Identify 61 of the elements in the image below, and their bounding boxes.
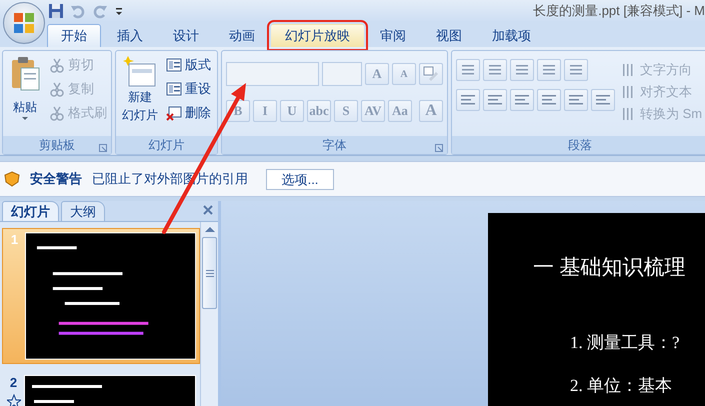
ribbon-tab[interactable]: 开始 (47, 24, 101, 47)
security-warning-title: 安全警告 (30, 170, 82, 188)
layout-icon (166, 57, 182, 73)
redo-icon (92, 3, 108, 19)
slide-list-item: 2. 单位：基本 (570, 375, 673, 397)
slide-number: 1 (10, 232, 18, 247)
ribbon-tab[interactable]: 设计 (159, 24, 213, 47)
ribbon-tab[interactable]: 幻灯片放映 (271, 24, 364, 47)
slide-thumbnail[interactable]: 2 (2, 372, 200, 406)
new-slide-icon (123, 56, 157, 88)
paragraph-button[interactable] (483, 59, 507, 81)
slide-heading: 一 基础知识梳理 (533, 254, 686, 281)
clear-format-button[interactable] (419, 63, 443, 85)
clipboard-icon (9, 56, 41, 92)
paragraph-button[interactable] (564, 59, 588, 81)
pane-tab[interactable]: 幻灯片 (2, 201, 59, 221)
group-label: 字体 (322, 136, 346, 154)
scroll-up-icon (204, 225, 216, 233)
ribbon-tab[interactable]: 插入 (103, 24, 157, 47)
close-icon (202, 204, 214, 216)
grip-icon (206, 270, 214, 276)
new-slide-button[interactable]: 新建 幻灯片 (120, 54, 160, 133)
ribbon-tab[interactable]: 加载项 (478, 24, 545, 47)
font-size-field[interactable] (322, 62, 362, 86)
ribbon-tab[interactable]: 视图 (422, 24, 476, 47)
eraser-icon (423, 66, 439, 82)
window-title: 长度的测量.ppt [兼容模式] - M (533, 2, 705, 20)
paste-button[interactable]: 粘贴 (7, 54, 43, 133)
paragraph-button[interactable] (591, 89, 615, 111)
paragraph-button[interactable] (456, 89, 480, 111)
paragraph-button[interactable] (456, 59, 480, 81)
slide-command[interactable]: 版式 (164, 54, 213, 76)
paragraph-button[interactable] (537, 89, 561, 111)
group-label: 幻灯片 (148, 136, 184, 154)
paragraph-button[interactable] (483, 89, 507, 111)
slide-command[interactable]: 重设 (164, 78, 213, 100)
office-logo-icon (12, 11, 36, 35)
options-button[interactable]: 选项... (266, 168, 334, 190)
slide-number: 2 (10, 375, 18, 390)
office-button[interactable] (3, 2, 45, 44)
slide-list-item: 1. 测量工具：? (570, 332, 681, 354)
undo-button[interactable] (70, 3, 86, 19)
undo-icon (70, 3, 86, 19)
paragraph-button[interactable] (510, 59, 534, 81)
paragraph-button[interactable] (564, 89, 588, 111)
dialog-launcher-icon (99, 144, 107, 152)
dialog-launcher-icon (435, 144, 443, 152)
pane-tab[interactable]: 大纲 (61, 201, 105, 221)
group-label: 段落 (568, 136, 592, 154)
group-label: 剪贴板 (39, 136, 75, 154)
font-name-field[interactable] (226, 62, 320, 86)
redo-button[interactable] (92, 3, 108, 19)
paragraph-button[interactable] (510, 89, 534, 111)
scissors-icon (49, 57, 65, 73)
ribbon-tab[interactable]: 动画 (215, 24, 269, 47)
ribbon-tab[interactable]: 审阅 (366, 24, 420, 47)
slide-command[interactable]: 删除 (164, 102, 213, 124)
caret-icon (22, 117, 28, 121)
delete-icon (166, 105, 182, 121)
paragraph-button[interactable] (537, 59, 561, 81)
shield-icon (4, 171, 20, 187)
